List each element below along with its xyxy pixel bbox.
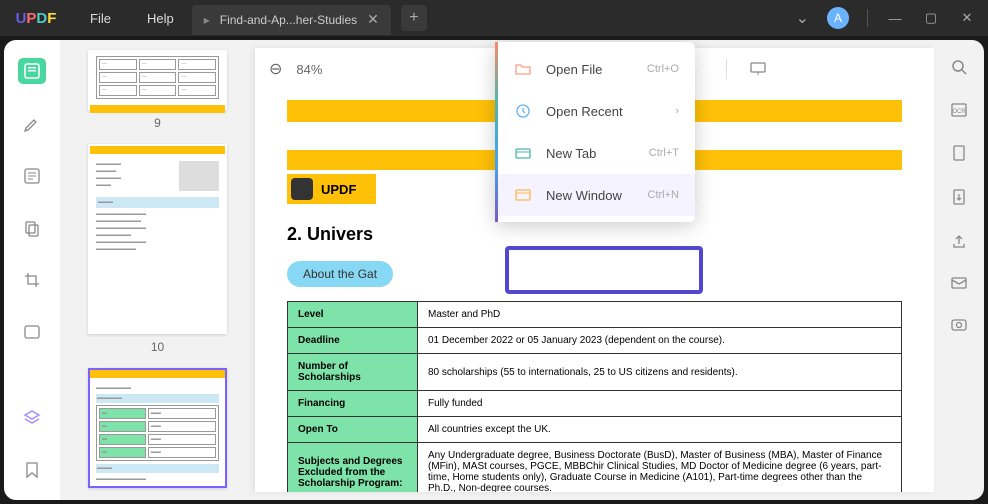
- export-page-icon[interactable]: [951, 188, 967, 206]
- left-toolbar: [4, 40, 60, 500]
- highlighter-tool-icon[interactable]: [20, 112, 44, 136]
- copy-tool-icon[interactable]: [20, 216, 44, 240]
- app-logo: UPDF: [0, 10, 72, 27]
- thumb-label: 10: [88, 340, 227, 354]
- title-bar: UPDF File Help ▸ Find-and-Ap...her-Studi…: [0, 0, 988, 36]
- menu-label: Open Recent: [546, 104, 623, 119]
- table-row: Subjects and Degrees Excluded from the S…: [288, 443, 902, 493]
- menu-file[interactable]: File: [72, 11, 129, 26]
- table-row: Deadline01 December 2022 or 05 January 2…: [288, 328, 902, 354]
- mail-icon[interactable]: [950, 276, 968, 290]
- table-row: LevelMaster and PhD: [288, 302, 902, 328]
- chevron-down-icon[interactable]: ⌄: [796, 8, 809, 28]
- thumbnail-page-11[interactable]: ▬▬▬▬▬▬▬ ▬▬▬▬▬ ▬▬▬▬▬▬▬▬▬▬▬▬ ▬▬▬ ▬▬▬▬▬▬▬▬▬…: [88, 368, 227, 488]
- menu-label: New Tab: [546, 146, 596, 161]
- table-row: FinancingFully funded: [288, 391, 902, 417]
- user-avatar[interactable]: A: [827, 7, 849, 29]
- menu-new-tab[interactable]: New Tab Ctrl+T: [498, 132, 695, 174]
- menu-help[interactable]: Help: [129, 11, 192, 26]
- document-tab[interactable]: ▸ Find-and-Ap...her-Studies ✕: [192, 5, 391, 35]
- shortcut-label: Ctrl+T: [649, 147, 679, 159]
- maximize-button[interactable]: ▢: [922, 10, 940, 26]
- menu-label: Open File: [546, 62, 602, 77]
- tab-icon: [514, 144, 532, 162]
- menu-new-window[interactable]: New Window Ctrl+N: [498, 174, 695, 216]
- table-row: Open ToAll countries except the UK.: [288, 417, 902, 443]
- presentation-icon[interactable]: [749, 61, 767, 77]
- shortcut-label: Ctrl+N: [648, 189, 679, 201]
- thumbnail-page-10[interactable]: ▬▬▬▬▬▬▬▬▬▬▬▬▬▬▬▬▬ ▬▬▬ ▬▬▬▬▬▬▬▬▬▬▬▬▬▬▬▬▬▬…: [88, 144, 227, 334]
- brand-icon: [291, 178, 313, 200]
- shortcut-label: Ctrl+O: [647, 63, 679, 75]
- tab-title: Find-and-Ap...her-Studies: [220, 13, 357, 27]
- bookmark-icon[interactable]: [20, 458, 44, 482]
- menu-open-file[interactable]: Open File Ctrl+O: [498, 48, 695, 90]
- section-heading: 2. Univers: [287, 224, 902, 245]
- crop-tool-icon[interactable]: [20, 268, 44, 292]
- zoom-level[interactable]: 84%: [296, 62, 322, 77]
- tab-indicator-icon: ▸: [204, 13, 210, 27]
- thumbnail-panel: ————————— 9 ▬▬▬▬▬▬▬▬▬▬▬▬▬▬▬▬▬ ▬▬▬ ▬▬▬▬▬▬…: [60, 40, 255, 500]
- window-icon: [514, 186, 532, 204]
- zoom-out-icon[interactable]: ⊖: [269, 59, 282, 79]
- info-table: LevelMaster and PhD Deadline01 December …: [287, 301, 902, 492]
- submenu-arrow-icon: ›: [675, 105, 679, 117]
- svg-text:OCR: OCR: [952, 109, 966, 115]
- folder-icon: [514, 60, 532, 78]
- menu-open-recent[interactable]: Open Recent ›: [498, 90, 695, 132]
- thumbnails-tool-icon[interactable]: [18, 58, 46, 84]
- layers-icon[interactable]: [20, 406, 44, 430]
- thumbnail-page-9[interactable]: —————————: [88, 50, 227, 110]
- close-window-button[interactable]: ✕: [958, 10, 976, 26]
- text-tool-icon[interactable]: [20, 164, 44, 188]
- file-dropdown-menu: Open File Ctrl+O Open Recent › New Tab C…: [495, 42, 695, 222]
- menu-label: New Window: [546, 188, 622, 203]
- share-icon[interactable]: [950, 232, 968, 250]
- brand-badge: UPDF: [287, 174, 376, 204]
- thumb-label: 9: [88, 116, 227, 130]
- minimize-button[interactable]: —: [886, 11, 904, 26]
- camera-icon[interactable]: [950, 316, 968, 332]
- divider: [867, 9, 868, 27]
- clock-icon: [514, 102, 532, 120]
- ocr-icon[interactable]: OCR: [950, 102, 968, 118]
- right-toolbar: OCR: [934, 40, 984, 500]
- about-pill: About the Gat: [287, 261, 393, 287]
- new-tab-button[interactable]: +: [401, 5, 427, 31]
- search-icon[interactable]: [950, 58, 968, 76]
- redact-tool-icon[interactable]: [20, 320, 44, 344]
- page-icon[interactable]: [951, 144, 967, 162]
- table-row: Number of Scholarships80 scholarships (5…: [288, 354, 902, 391]
- close-tab-icon[interactable]: ✕: [367, 11, 379, 28]
